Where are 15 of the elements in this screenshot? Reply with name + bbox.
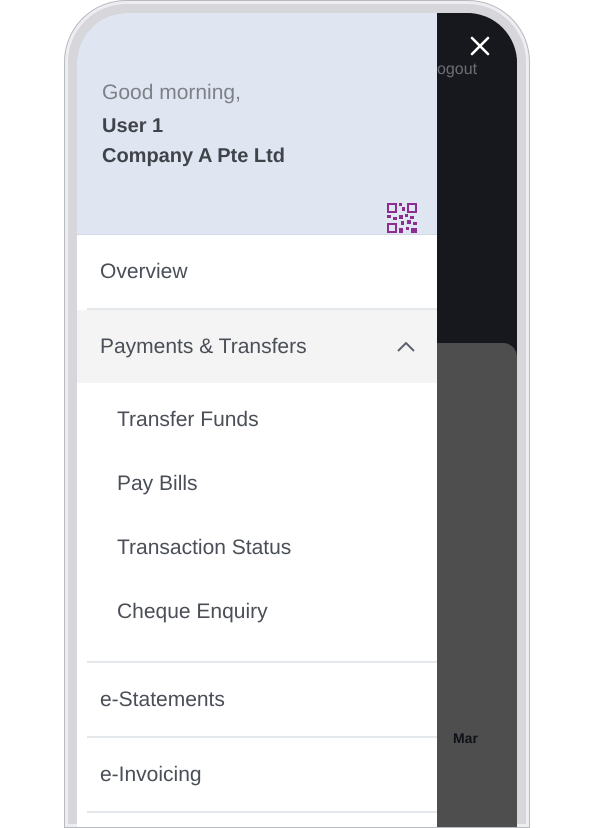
submenu-item[interactable]: Transfer Funds: [117, 404, 259, 436]
menu-item[interactable]: e-Invoicing: [100, 758, 202, 790]
month-label: Mar: [453, 729, 479, 748]
greeting-text: Good morning,: [102, 80, 242, 106]
company-name: Company A Pte Ltd: [102, 144, 286, 169]
menu-group-header[interactable]: Payments & Transfers: [77, 310, 437, 383]
submenu-item[interactable]: Transaction Status: [117, 532, 292, 564]
submenu-item[interactable]: Pay Bills: [117, 468, 198, 500]
user-name: User 1: [102, 114, 164, 139]
chevron-up-icon: [397, 342, 415, 352]
menu-item[interactable]: e-Statements: [100, 684, 225, 716]
menu-item[interactable]: Overview: [100, 256, 188, 288]
submenu-item[interactable]: Cheque Enquiry: [117, 596, 268, 628]
close-icon[interactable]: [469, 35, 491, 57]
qr-code-icon[interactable]: [387, 203, 417, 233]
